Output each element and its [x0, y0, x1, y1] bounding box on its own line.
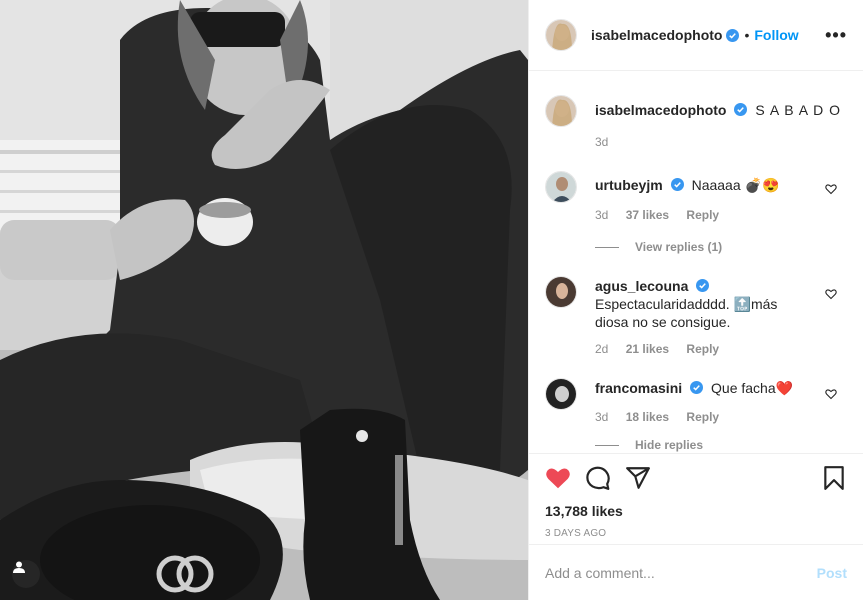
- bookmark-icon[interactable]: [821, 465, 847, 491]
- reply-button[interactable]: Reply: [686, 208, 719, 222]
- share-icon[interactable]: [625, 465, 651, 491]
- reply-button[interactable]: Reply: [686, 410, 719, 424]
- verified-badge-icon: [690, 381, 704, 394]
- comments-list[interactable]: isabelmacedophoto S A B A D O 3d urtubey…: [529, 71, 863, 453]
- caption-row: isabelmacedophoto S A B A D O 3d: [545, 95, 847, 149]
- commenter-avatar[interactable]: [545, 171, 577, 203]
- action-bar: [545, 454, 847, 502]
- comment-time: 3d: [595, 410, 609, 424]
- like-comment-icon[interactable]: [825, 388, 837, 400]
- comment-text: Que facha❤️: [711, 380, 794, 396]
- post-timestamp[interactable]: 3 DAYS AGO: [545, 528, 847, 539]
- comment-likes[interactable]: 37 likes: [626, 208, 669, 222]
- instagram-post: isabelmacedophoto • Follow ••• isabelmac…: [0, 0, 863, 600]
- follow-button[interactable]: Follow: [754, 27, 798, 43]
- more-options-button[interactable]: •••: [825, 25, 847, 46]
- comment-likes[interactable]: 21 likes: [626, 342, 669, 356]
- comment-row: agus_lecouna Espectacularidadddd. 🔝más d…: [545, 276, 847, 356]
- comment-row: francomasini Que facha❤️ 3d 18 likes Rep…: [545, 378, 847, 452]
- like-comment-icon[interactable]: [825, 183, 837, 195]
- post-header: isabelmacedophoto • Follow •••: [529, 0, 863, 71]
- replies-divider: [595, 444, 619, 446]
- heart-filled-icon[interactable]: [545, 465, 571, 491]
- post-actions: 13,788 likes 3 DAYS AGO: [529, 453, 863, 544]
- commenter-avatar[interactable]: [545, 276, 577, 308]
- reply-button[interactable]: Reply: [686, 342, 719, 356]
- user-tag-icon: [13, 561, 25, 573]
- verified-badge-icon: [726, 28, 740, 42]
- replies-divider: [595, 246, 619, 248]
- comment-text: Naaaaa 💣😍: [691, 177, 780, 193]
- comment-time: 2d: [595, 342, 609, 356]
- author-avatar[interactable]: [545, 19, 577, 51]
- verified-badge-icon: [734, 103, 748, 116]
- post-side-panel: isabelmacedophoto • Follow ••• isabelmac…: [528, 0, 863, 600]
- comment-row: urtubeyjm Naaaaa 💣😍 3d 37 likes Reply: [545, 171, 847, 222]
- commenter-username[interactable]: francomasini: [595, 380, 682, 396]
- tags-button[interactable]: [12, 560, 40, 588]
- commenter-username[interactable]: agus_lecouna: [595, 278, 688, 294]
- author-username[interactable]: isabelmacedophoto: [591, 27, 722, 43]
- caption-time: 3d: [595, 135, 609, 149]
- hide-replies-label: Hide replies: [635, 438, 704, 452]
- comment-composer: Post: [529, 544, 863, 600]
- post-comment-button[interactable]: Post: [817, 565, 847, 581]
- caption-avatar[interactable]: [545, 95, 577, 127]
- verified-badge-icon: [670, 178, 684, 191]
- hide-replies-button[interactable]: Hide replies: [595, 438, 793, 452]
- view-replies-label: View replies (1): [635, 240, 723, 254]
- like-comment-icon[interactable]: [825, 288, 837, 300]
- photo-illustration: [0, 0, 528, 600]
- comment-time: 3d: [595, 208, 609, 222]
- verified-badge-icon: [696, 279, 710, 292]
- view-replies-button[interactable]: View replies (1): [595, 240, 847, 254]
- separator-dot: •: [744, 27, 750, 43]
- caption-username[interactable]: isabelmacedophoto: [595, 102, 726, 118]
- comment-likes[interactable]: 18 likes: [626, 410, 669, 424]
- commenter-username[interactable]: urtubeyjm: [595, 177, 663, 193]
- post-photo[interactable]: [0, 0, 528, 600]
- commenter-avatar[interactable]: [545, 378, 577, 410]
- comment-text: Espectacularidadddd. 🔝más diosa no se co…: [595, 296, 778, 330]
- comment-input[interactable]: [545, 564, 817, 581]
- caption-text: S A B A D O: [755, 102, 842, 118]
- comment-icon[interactable]: [585, 465, 611, 491]
- likes-count[interactable]: 13,788 likes: [545, 503, 847, 519]
